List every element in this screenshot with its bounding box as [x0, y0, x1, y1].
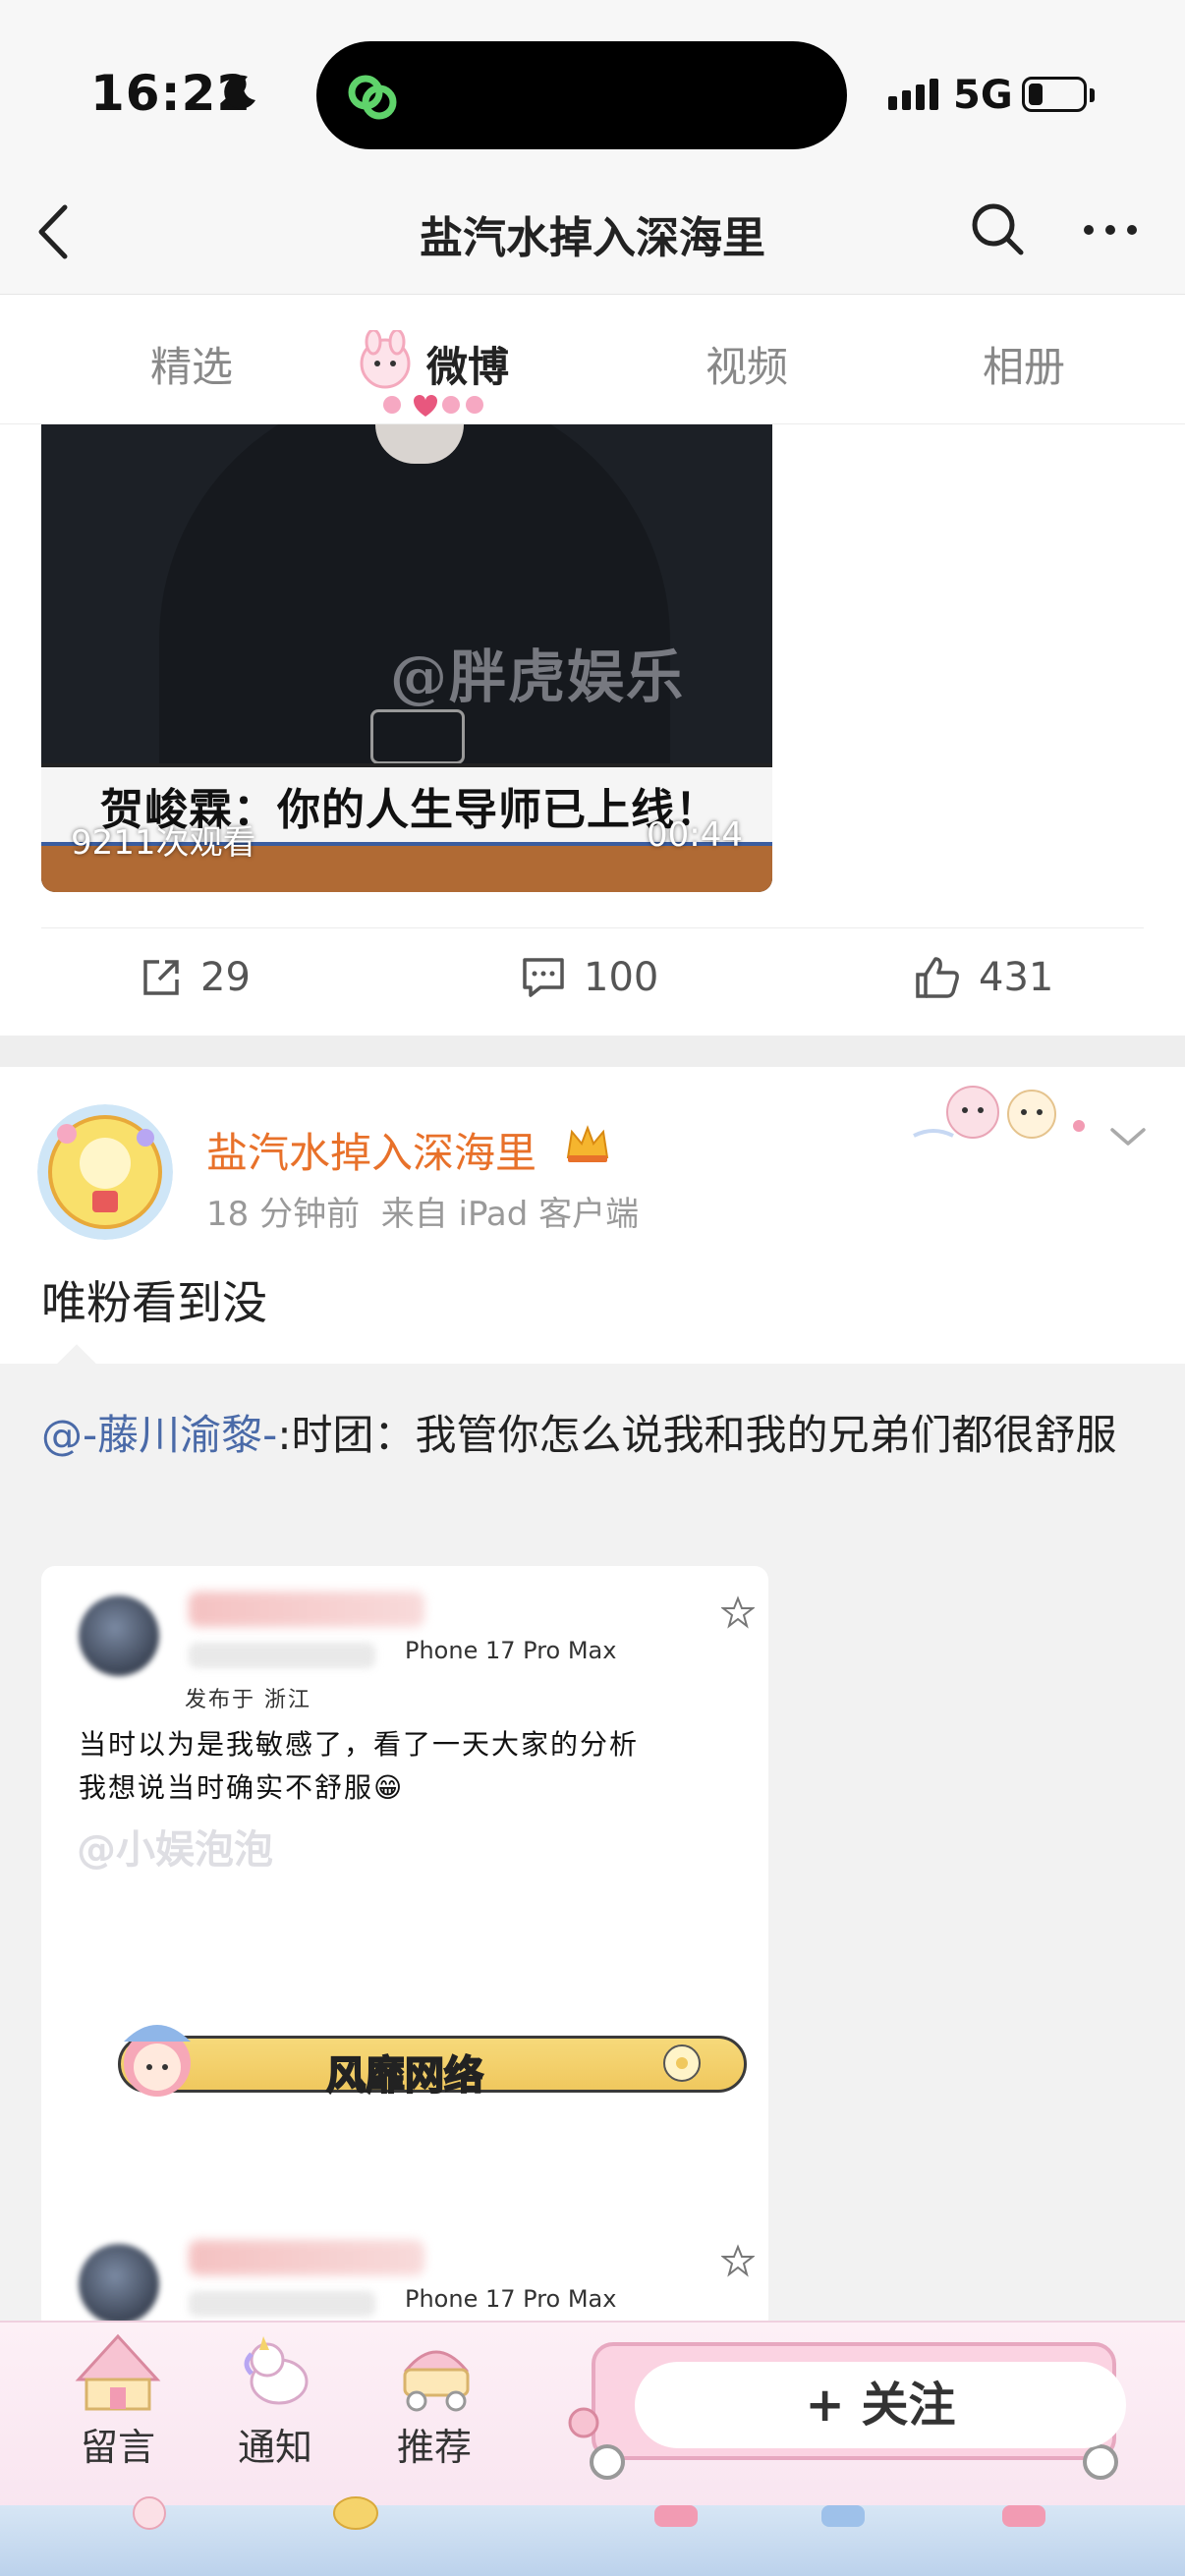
chevron-down-icon[interactable] [1108, 1122, 1148, 1151]
video-watermark: @胖虎娱乐 [390, 644, 686, 710]
notify-button[interactable]: 通知 [238, 2417, 312, 2471]
follow-button[interactable]: + 关注 [635, 2362, 1126, 2448]
banner-label: 风靡网络 [325, 2052, 484, 2100]
like-button[interactable]: 431 [914, 953, 1053, 1012]
handwritten-line-2: 我想说当时确实不舒服😁 [79, 1771, 405, 1804]
repost-image[interactable]: Phone 17 Pro Max 发布于 浙江 当时以为是我敏感了，看了一天大家… [41, 1566, 768, 2332]
section-gap [0, 1036, 1185, 1067]
blurred-name [189, 1592, 424, 1627]
device-text-2: Phone 17 Pro Max [405, 2285, 617, 2313]
battery-tip [1090, 88, 1095, 102]
like-count: 431 [979, 955, 1054, 1000]
unicorn-icon [244, 2336, 309, 2405]
cake-deco-icon-2 [821, 2505, 865, 2527]
blurred-avatar-2 [79, 2244, 159, 2324]
video-views: 9211次观看 [71, 823, 256, 863]
page-title: 盐汽水掉入深海里 [420, 213, 765, 263]
handwritten-line-1: 当时以为是我敏感了，看了一天大家的分析 [79, 1728, 640, 1761]
sticker-icon [663, 2044, 701, 2082]
tab-featured[interactable]: 精选 [150, 334, 233, 394]
tab-album[interactable]: 相册 [983, 334, 1065, 394]
blurred-avatar [79, 1596, 159, 1676]
post-meta: 18 分钟前 来自 iPad 客户端 [206, 1187, 639, 1235]
thumbs-up-icon [916, 957, 959, 998]
link-app-icon [348, 75, 397, 120]
comment-button[interactable]: 100 [521, 953, 658, 1012]
share-icon [143, 960, 179, 995]
bunny-deco-icon [360, 330, 411, 389]
repost-count: 29 [200, 955, 251, 1000]
chevron-left-icon[interactable] [33, 201, 73, 262]
image-watermark: @小娱泡泡 [77, 1827, 273, 1873]
battery-icon [1022, 77, 1087, 112]
video-shirt-pattern [370, 709, 465, 764]
comment-icon [523, 958, 564, 997]
handwritten-text: 当时以为是我敏感了，看了一天大家的分析 我想说当时确实不舒服😁 [79, 1723, 639, 1810]
blurred-name-2 [189, 2240, 424, 2275]
star-icon [721, 1596, 755, 1629]
author-name[interactable]: 盐汽水掉入深海里 [206, 1120, 536, 1180]
post-text: 唯粉看到没 [41, 1276, 267, 1329]
carriage-icon [403, 2350, 470, 2412]
moon-icon [224, 75, 255, 109]
repost-body: :时团：我管你怎么说我和我的兄弟们都很舒服 [277, 1411, 1117, 1459]
hearts-underline-icon [383, 395, 483, 417]
publish-location: 发布于 浙江 [185, 1688, 311, 1712]
cake-deco-icon [654, 2505, 698, 2527]
blurred-line-2 [189, 2291, 375, 2317]
signal-icon [888, 79, 943, 110]
tent-icon [75, 2333, 161, 2411]
coin-deco-icon [333, 2496, 378, 2530]
tab-weibo[interactable]: 微博 [426, 334, 509, 394]
message-button[interactable]: 留言 [81, 2417, 155, 2471]
post-source: 来自 iPad 客户端 [380, 1195, 640, 1234]
avatar[interactable] [37, 1104, 173, 1240]
tab-video[interactable]: 视频 [705, 334, 788, 394]
search-icon[interactable] [969, 200, 1026, 257]
cats-deco-icon [913, 1086, 1085, 1139]
comment-count: 100 [584, 955, 659, 1000]
more-icon[interactable] [1081, 210, 1140, 250]
device-text: Phone 17 Pro Max [405, 1637, 617, 1664]
mention-link[interactable]: @-藤川渝黎- [41, 1411, 277, 1459]
crown-icon [566, 1125, 609, 1162]
video-duration: 00:44 [647, 815, 743, 855]
recommend-button[interactable]: 推荐 [397, 2417, 472, 2471]
divider [41, 927, 1144, 928]
star-icon-2 [721, 2244, 755, 2277]
repost-button[interactable]: 29 [140, 953, 251, 1012]
blurred-line [189, 1643, 375, 1668]
repost-text: @-藤川渝黎-:时团：我管你怎么说我和我的兄弟们都很舒服 [41, 1403, 1152, 1468]
post-time: 18 分钟前 [206, 1195, 361, 1234]
video-player[interactable]: @胖虎娱乐 贺峻霖：你的人生导师已上线！ 9211次观看 00:44 [41, 424, 772, 892]
bear-deco-icon [133, 2496, 166, 2530]
network-type: 5G [953, 73, 1013, 118]
cake-deco-icon-3 [1002, 2505, 1045, 2527]
